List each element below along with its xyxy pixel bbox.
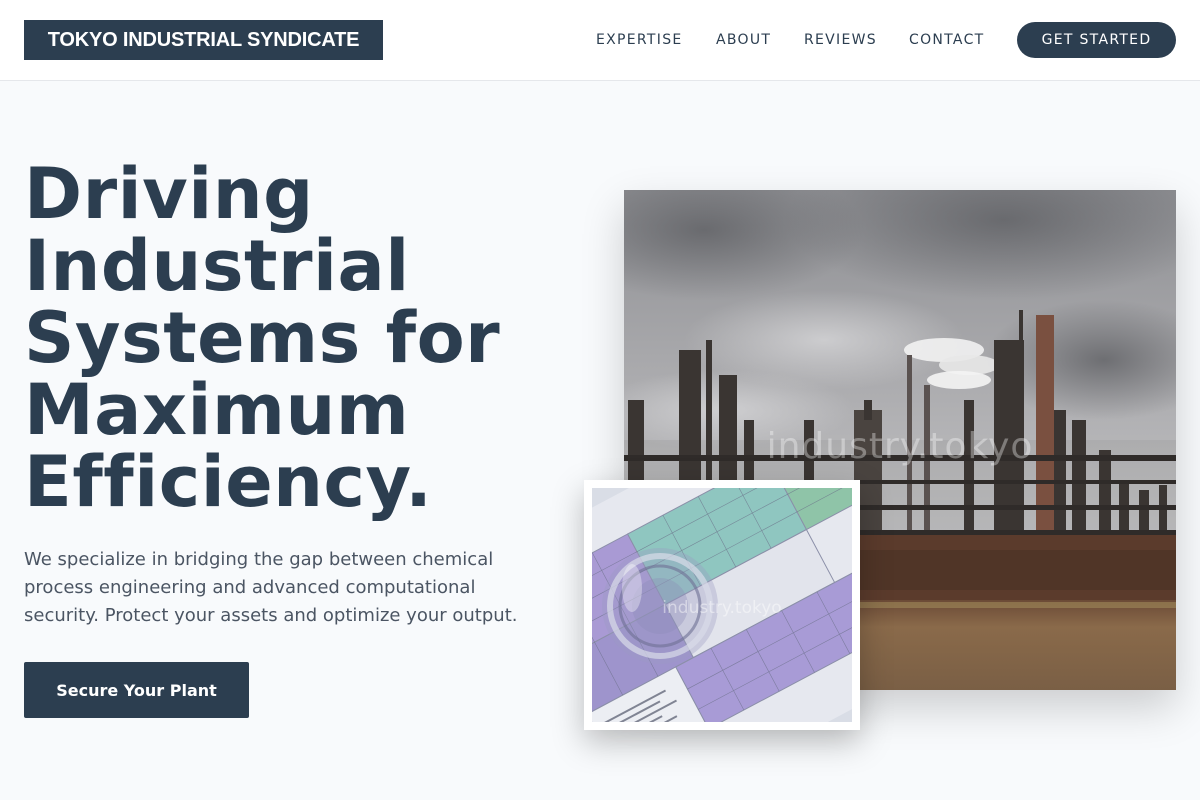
- image-watermark: industry.tokyo: [766, 426, 1034, 467]
- get-started-button[interactable]: GET STARTED: [1017, 22, 1176, 58]
- nav-link-contact[interactable]: CONTACT: [909, 32, 985, 48]
- hero-title-line: Systems for: [24, 297, 501, 379]
- hero-title: Driving Industrial Systems for Maximum E…: [24, 158, 584, 518]
- image-watermark: industry.tokyo: [662, 598, 782, 618]
- hero-title-line: Efficiency.: [24, 441, 433, 523]
- secure-your-plant-button[interactable]: Secure Your Plant: [24, 662, 249, 718]
- hero-description: We specialize in bridging the gap betwee…: [24, 549, 518, 626]
- hero-title-line: Driving: [24, 153, 314, 235]
- nav-link-about[interactable]: ABOUT: [716, 32, 771, 48]
- site-header: TOKYO INDUSTRIAL SYNDICATE EXPERTISE ABO…: [0, 0, 1200, 81]
- hero-title-line: Maximum: [24, 369, 410, 451]
- nav-link-expertise[interactable]: EXPERTISE: [596, 32, 683, 48]
- nav-link-reviews[interactable]: REVIEWS: [804, 32, 877, 48]
- hero-title-line: Industrial: [24, 225, 410, 307]
- periodic-table-image: industry.tokyo: [584, 480, 860, 730]
- logo[interactable]: TOKYO INDUSTRIAL SYNDICATE: [24, 20, 383, 60]
